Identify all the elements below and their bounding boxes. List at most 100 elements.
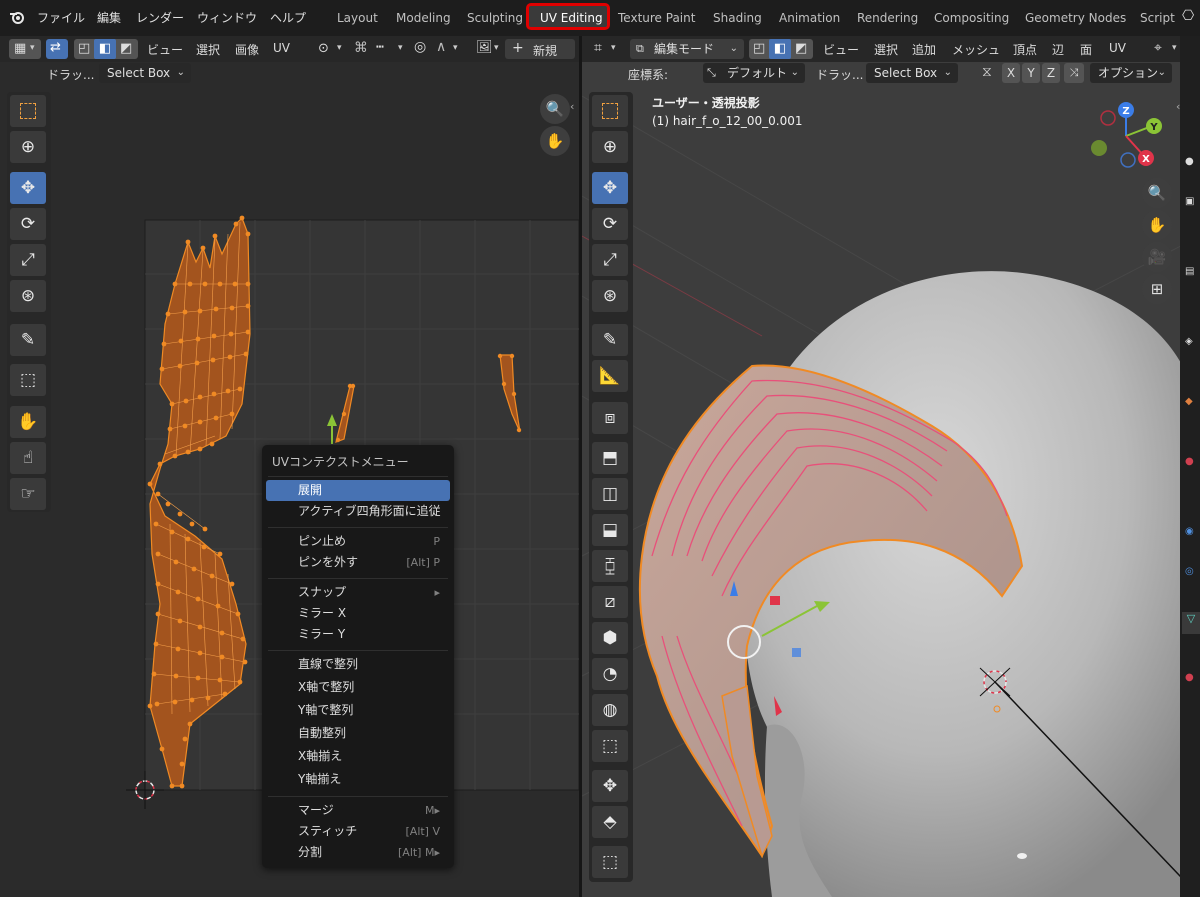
render-props-icon[interactable]: ▣ <box>1185 196 1194 207</box>
menu-item-unwrap[interactable]: 展開 <box>266 480 450 501</box>
menu-file[interactable]: ファイル <box>37 9 85 26</box>
vp-tool-edge-slide[interactable]: ⬚ <box>592 730 628 762</box>
menu-help[interactable]: ヘルプ <box>270 9 306 26</box>
menu-render[interactable]: レンダー <box>136 9 184 26</box>
menu-item-snap[interactable]: スナップ ▸ <box>266 582 450 603</box>
vertex-select-icon[interactable]: ◰ <box>753 41 765 56</box>
uv-tool-grab[interactable]: ✋ <box>10 406 46 438</box>
vp-tool-spin[interactable]: ◔ <box>592 658 628 690</box>
coord-system-dropdown[interactable]: ⤡ デフォルト ⌄ <box>703 63 805 83</box>
pivot-icon[interactable]: ⊙ <box>318 41 329 56</box>
tab-uv-editing[interactable]: UV Editing <box>540 11 603 25</box>
menu-item-mirror-y[interactable]: ミラー Y <box>266 624 450 645</box>
menu-item-pin[interactable]: ピン止め P <box>266 531 450 552</box>
vp-tool-move[interactable]: ✥ <box>592 172 628 204</box>
uv-tool-move[interactable]: ✥ <box>10 172 46 204</box>
data-props-icon[interactable]: ▽ <box>1182 612 1200 634</box>
menu-item-stitch[interactable]: スティッチ [Alt] V <box>266 821 450 842</box>
face-select-icon[interactable]: ◩ <box>795 41 807 56</box>
tab-scripting[interactable]: Script <box>1140 11 1175 25</box>
uv-sync-selection-button[interactable]: ⇄ <box>46 39 68 59</box>
vp-ortho-toggle-button[interactable]: ⊞ <box>1142 274 1172 304</box>
uv-tool-scale[interactable]: ⤢ <box>10 244 46 276</box>
sidebar-toggle-icon[interactable]: ‹ <box>570 100 574 113</box>
object-props-icon[interactable]: ◉ <box>1185 526 1194 537</box>
vp-camera-button[interactable]: 🎥 <box>1142 242 1172 272</box>
vp-menu-add[interactable]: 追加 <box>912 41 936 58</box>
mirror-icon[interactable]: ⧖ <box>982 64 992 80</box>
menu-item-align-y[interactable]: Y軸で整列 <box>266 700 450 721</box>
new-image-button[interactable]: + 新規 <box>505 39 575 59</box>
menu-item-align-straight[interactable]: 直線で整列 <box>266 654 450 675</box>
edge-select-mode-button[interactable]: ◧ <box>769 39 791 59</box>
uv-zoom-button[interactable]: 🔍 <box>540 94 570 124</box>
mirror-z-toggle[interactable]: Z <box>1042 63 1060 83</box>
scene-props-icon[interactable]: ◆ <box>1185 396 1193 407</box>
mirror-y-toggle[interactable]: Y <box>1022 63 1040 83</box>
vp-menu-edge[interactable]: 辺 <box>1052 41 1064 58</box>
vp-pan-button[interactable]: ✋ <box>1142 210 1172 240</box>
uv-menu-uv[interactable]: UV <box>273 41 290 55</box>
vp-menu-view[interactable]: ビュー <box>823 41 859 58</box>
vp-tool-transform[interactable]: ⊛ <box>592 280 628 312</box>
tool-props-icon[interactable]: ● <box>1185 156 1194 167</box>
modifier-props-icon[interactable]: ◎ <box>1185 566 1194 577</box>
head-mesh[interactable] <box>743 271 1200 897</box>
uv-menu-view[interactable]: ビュー <box>147 41 183 58</box>
uv-tool-select-box[interactable] <box>10 95 46 127</box>
vertex-select-icon[interactable]: ◰ <box>78 41 90 56</box>
editor-type-icon[interactable]: ⌗ <box>594 40 602 56</box>
image-browse-icon[interactable]: 🖼 <box>476 40 493 55</box>
menu-edit[interactable]: 編集 <box>97 9 121 26</box>
uv-tool-pinch[interactable]: ☞ <box>10 478 46 510</box>
vp-tool-scale[interactable]: ⤢ <box>592 244 628 276</box>
tab-shading[interactable]: Shading <box>713 11 762 25</box>
mode-dropdown[interactable]: ⧉ 編集モード ⌄ <box>630 39 744 59</box>
navigation-gizmo[interactable]: Z Y X <box>1082 98 1162 178</box>
menu-item-align-auto[interactable]: 自動整列 <box>266 723 450 744</box>
view-layer-props-icon[interactable]: ◈ <box>1185 336 1193 347</box>
falloff-curve-icon[interactable]: ∧ <box>436 39 446 55</box>
output-props-icon[interactable]: ▤ <box>1185 266 1194 277</box>
uv-tool-cursor[interactable]: ⊕ <box>10 131 46 163</box>
menu-item-follow-active-quads[interactable]: アクティブ四角形面に追従 <box>266 501 450 522</box>
vp-menu-mesh[interactable]: メッシュ <box>952 41 1000 58</box>
vp-tool-add-cube[interactable]: ⧈ <box>592 402 628 434</box>
edge-select-mode-button[interactable]: ◧ <box>94 39 116 59</box>
menu-item-unpin[interactable]: ピンを外す [Alt] P <box>266 552 450 573</box>
menu-item-align-y-axis[interactable]: Y軸揃え <box>266 769 450 790</box>
scene-icon[interactable]: ⎔ <box>1182 8 1194 24</box>
vp-menu-face[interactable]: 面 <box>1080 41 1092 58</box>
menu-item-mirror-x[interactable]: ミラー X <box>266 603 450 624</box>
snap-target-icon[interactable]: ┅ <box>376 40 384 55</box>
vp-tool-extrude[interactable]: ⬒ <box>592 442 628 474</box>
vp-menu-select[interactable]: 選択 <box>874 41 898 58</box>
face-select-icon[interactable]: ◩ <box>120 41 132 56</box>
select-box-dropdown[interactable]: Select Box ⌄ <box>99 63 191 83</box>
select-box-dropdown[interactable]: Select Box ⌄ <box>866 63 958 83</box>
menu-item-align-x[interactable]: X軸で整列 <box>266 677 450 698</box>
tab-animation[interactable]: Animation <box>779 11 840 25</box>
vp-tool-annotate[interactable]: ✎ <box>592 324 628 356</box>
vp-tool-shear[interactable]: ⬘ <box>592 806 628 838</box>
tab-texture-paint[interactable]: Texture Paint <box>618 11 695 25</box>
snap-icon[interactable]: ⌘ <box>354 40 368 56</box>
uv-tool-rip[interactable]: ⬚ <box>10 364 46 396</box>
transform-orientation-icon[interactable]: ⌖ <box>1154 40 1162 56</box>
vp-tool-knife[interactable]: ⧄ <box>592 586 628 618</box>
world-props-icon[interactable]: ● <box>1185 456 1194 467</box>
vp-menu-uv[interactable]: UV <box>1109 41 1126 55</box>
uv-tool-transform[interactable]: ⊛ <box>10 280 46 312</box>
menu-item-align-x-axis[interactable]: X軸揃え <box>266 746 450 767</box>
tab-geometry-nodes[interactable]: Geometry Nodes <box>1025 11 1126 25</box>
tab-modeling[interactable]: Modeling <box>396 11 451 25</box>
menu-item-merge[interactable]: マージ M▸ <box>266 800 450 821</box>
editor-type-button[interactable]: ▦ ▾ <box>9 39 41 59</box>
uv-tool-rotate[interactable]: ⟳ <box>10 208 46 240</box>
material-props-icon[interactable]: ● <box>1185 672 1194 683</box>
vp-tool-shrink-fatten[interactable]: ✥ <box>592 770 628 802</box>
uv-pan-button[interactable]: ✋ <box>540 126 570 156</box>
vp-zoom-button[interactable]: 🔍 <box>1142 178 1172 208</box>
menu-item-split[interactable]: 分割 [Alt] M▸ <box>266 842 450 863</box>
uv-tool-annotate[interactable]: ✎ <box>10 324 46 356</box>
